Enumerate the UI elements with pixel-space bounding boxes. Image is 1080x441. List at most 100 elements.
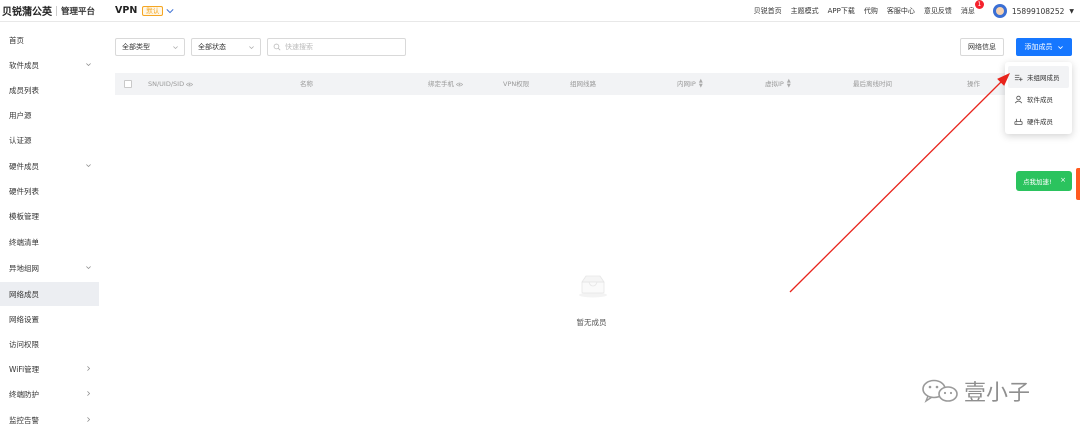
module-switcher[interactable]: VPN 默认 (115, 5, 174, 16)
link-theme[interactable]: 主题模式 (791, 6, 819, 16)
sidebar-item-home[interactable]: 首页 (0, 28, 99, 52)
status-select-value: 全部状态 (198, 43, 226, 51)
user-icon (1014, 95, 1023, 103)
status-select[interactable]: 全部状态 (191, 38, 261, 56)
sidebar-item-label: WiFi管理 (9, 364, 40, 374)
sidebar-item-label: 终端清单 (9, 237, 39, 247)
sidebar-item-network-members[interactable]: 网络成员 (0, 282, 99, 306)
sidebar-item-label: 终端防护 (9, 389, 39, 399)
sidebar: 首页 软件成员 成员列表 用户源 认证源 硬件成员 硬件列表 模板管理 终端清单… (0, 22, 103, 441)
empty-box-icon (579, 275, 607, 298)
column-label: 组网线路 (570, 80, 596, 88)
link-feedback[interactable]: 意见反馈 (924, 6, 952, 16)
sidebar-item-access-permission[interactable]: 访问权限 (0, 332, 99, 356)
sidebar-item-template-manage[interactable]: 模板管理 (0, 204, 99, 228)
sidebar-item-label: 网络成员 (9, 289, 39, 299)
search-input[interactable]: 快速搜索 (267, 38, 406, 56)
select-all-checkbox[interactable] (124, 80, 132, 88)
caret-down-icon[interactable]: ▼ (1069, 8, 1074, 15)
top-bar: 贝锐蒲公英 管理平台 VPN 默认 贝锐首页 主题模式 APP下载 代购 客服中… (0, 0, 1080, 22)
avatar[interactable] (992, 4, 1007, 18)
sidebar-item-label: 认证源 (9, 135, 32, 145)
list-add-icon (1014, 74, 1023, 81)
link-home[interactable]: 贝锐首页 (754, 6, 782, 16)
column-network-route: 组网线路 (570, 73, 596, 95)
sidebar-item-label: 模板管理 (9, 211, 39, 221)
network-info-button[interactable]: 网络信息 (960, 38, 1004, 56)
sidebar-item-user-source[interactable]: 用户源 (0, 103, 99, 127)
column-label: 最后离线时间 (853, 80, 892, 88)
type-select-value: 全部类型 (122, 43, 150, 51)
sidebar-item-remote-network[interactable]: 异地组网 (0, 256, 99, 280)
chevron-down-icon (173, 46, 178, 50)
column-name: 名称 (300, 73, 313, 95)
sidebar-item-auth-source[interactable]: 认证源 (0, 128, 99, 152)
menu-item-label: 软件成员 (1027, 96, 1053, 104)
wechat-logo-icon (922, 379, 958, 403)
sidebar-item-terminal-protection[interactable]: 终端防护 (0, 382, 99, 406)
close-icon[interactable]: × (1060, 176, 1066, 184)
user-phone[interactable]: 15899108252 (1012, 7, 1065, 16)
sidebar-item-label: 访问权限 (9, 339, 39, 349)
watermark: 壹小子 (920, 376, 1030, 406)
column-label: VPN权限 (503, 80, 530, 88)
default-badge: 默认 (142, 5, 164, 16)
column-actions: 操作 (967, 73, 980, 95)
chevron-down-icon (86, 63, 91, 67)
menu-item-software-member[interactable]: 软件成员 (1008, 88, 1069, 110)
sidebar-item-software-members[interactable]: 软件成员 (0, 53, 99, 77)
chevron-right-icon (87, 366, 91, 371)
brand-divider (56, 5, 57, 16)
side-float-tab[interactable] (1076, 168, 1080, 200)
add-member-button[interactable]: 添加成员 (1016, 38, 1072, 56)
sidebar-item-terminal-list[interactable]: 终端清单 (0, 230, 99, 254)
column-label: 操作 (967, 80, 980, 88)
sidebar-item-label: 硬件成员 (9, 161, 39, 171)
toast-text: 点我加速! (1023, 178, 1052, 186)
sort-icon[interactable]: ▲ ▼ (699, 79, 703, 89)
chevron-right-icon (87, 417, 91, 422)
column-label: 虚拟IP (765, 80, 784, 88)
sidebar-item-label: 监控告警 (9, 415, 39, 425)
sort-icon[interactable]: ▲ ▼ (787, 79, 791, 89)
menu-item-label: 硬件成员 (1027, 118, 1053, 126)
sidebar-item-label: 软件成员 (9, 60, 39, 70)
sidebar-item-monitor-alert[interactable]: 监控告警 (0, 408, 99, 432)
sidebar-item-label: 用户源 (9, 110, 32, 120)
menu-item-label: 未组网成员 (1027, 74, 1060, 82)
sidebar-item-label: 成员列表 (9, 85, 39, 95)
sidebar-item-member-list[interactable]: 成员列表 (0, 78, 99, 102)
sidebar-item-hardware-members[interactable]: 硬件成员 (0, 154, 99, 178)
watermark-text: 壹小子 (964, 381, 1031, 406)
speed-up-toast[interactable]: 点我加速! × (1016, 171, 1072, 191)
type-select[interactable]: 全部类型 (115, 38, 185, 56)
column-sn-uid-sid[interactable]: SN/UID/SID (148, 73, 194, 95)
sidebar-item-hardware-list[interactable]: 硬件列表 (0, 179, 99, 203)
top-links: 贝锐首页 主题模式 APP下载 代购 客服中心 意见反馈 消息 1 158991… (745, 0, 1080, 22)
column-bound-phone[interactable]: 绑定手机 (428, 73, 463, 95)
link-support[interactable]: 客服中心 (887, 6, 915, 16)
link-messages[interactable]: 消息 1 (960, 0, 984, 16)
chevron-down-icon (166, 8, 174, 13)
messages-label: 消息 (960, 7, 975, 15)
sidebar-item-network-settings[interactable]: 网络设置 (0, 307, 99, 331)
column-lan-ip[interactable]: 内网IP ▲ ▼ (677, 73, 703, 95)
filter-bar: 全部类型 全部状态 快速搜索 (115, 38, 406, 56)
column-virtual-ip[interactable]: 虚拟IP ▲ ▼ (765, 73, 791, 95)
menu-item-unnetworked-member[interactable]: 未组网成员 (1008, 66, 1069, 88)
column-label: SN/UID/SID (148, 80, 185, 88)
link-purchase[interactable]: 代购 (864, 6, 878, 16)
link-app-download[interactable]: APP下载 (828, 6, 855, 16)
brand-name: 贝锐蒲公英 (2, 7, 52, 18)
eye-icon[interactable] (186, 82, 194, 87)
column-label: 内网IP (677, 80, 696, 88)
menu-item-hardware-member[interactable]: 硬件成员 (1008, 110, 1069, 132)
brand[interactable]: 贝锐蒲公英 管理平台 (0, 3, 103, 18)
router-icon (1014, 118, 1023, 125)
column-last-offline: 最后离线时间 (853, 73, 892, 95)
eye-icon[interactable] (456, 82, 463, 87)
chevron-right-icon (87, 391, 91, 396)
column-vpn-permission: VPN权限 (503, 73, 529, 95)
brand-subtitle: 管理平台 (61, 6, 96, 17)
sidebar-item-wifi-manage[interactable]: WiFi管理 (0, 357, 99, 381)
